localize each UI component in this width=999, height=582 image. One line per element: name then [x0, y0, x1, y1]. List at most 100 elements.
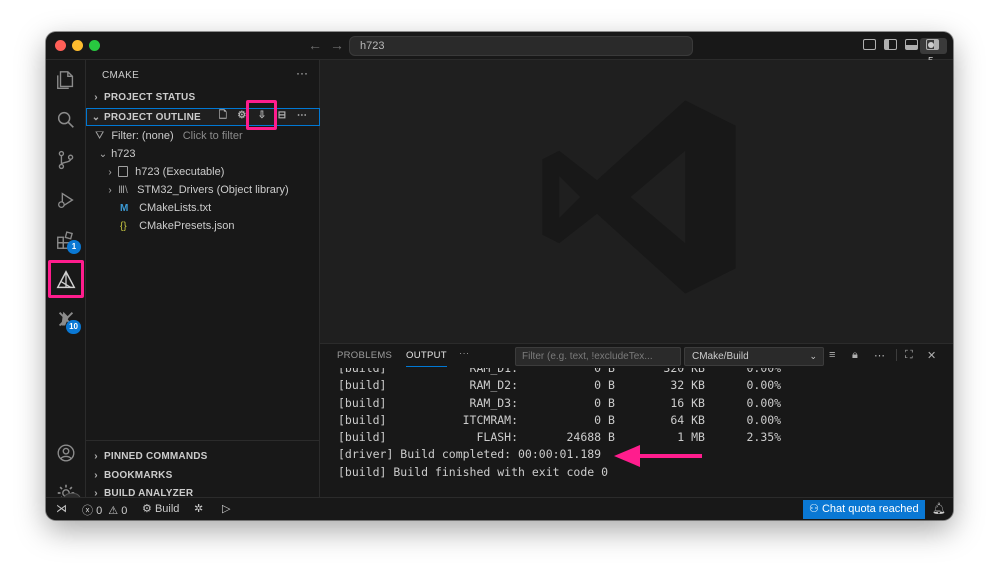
warning-icon: ⚠: [108, 505, 119, 517]
bookmarks-label: BOOKMARKS: [103, 470, 173, 481]
bottom-panel: PROBLEMS OUTPUT ··· Filter (e.g. text, !…: [320, 343, 953, 497]
output-line: [build] RAM_D1: 0 B 320 KB 0.00%: [338, 368, 782, 375]
chevron-right-icon: ›: [94, 92, 98, 103]
project-outline-label: PROJECT OUTLINE: [103, 112, 201, 123]
search-icon[interactable]: [46, 100, 86, 140]
minimize-window-button[interactable]: [72, 40, 83, 51]
command-center-search[interactable]: h723 5 ⌄: [349, 36, 947, 67]
back-arrow-icon[interactable]: ←: [308, 37, 322, 53]
chevron-down-icon: ⌄: [91, 112, 101, 123]
output-filter-input[interactable]: Filter (e.g. text, !excludeTex...: [515, 347, 681, 366]
project-status-label: PROJECT STATUS: [103, 92, 196, 103]
forward-arrow-icon[interactable]: →: [330, 37, 344, 53]
maximize-window-button[interactable]: [89, 40, 100, 51]
error-count: 0: [96, 505, 103, 517]
tab-problems[interactable]: PROBLEMS: [337, 350, 392, 361]
annotation-arrow-icon: [614, 445, 702, 467]
extensions-icon[interactable]: 1: [46, 220, 86, 260]
gear-icon: ⚙: [142, 503, 152, 515]
file-binary-icon: [118, 166, 129, 177]
extensions-badge: 1: [67, 240, 81, 254]
chevron-right-icon: ›: [108, 167, 112, 178]
filter-label: Filter: (none): [111, 130, 174, 142]
output-channel-value: CMake/Build: [692, 351, 749, 362]
build-label: Build: [154, 503, 180, 515]
sidebar-more-button[interactable]: ···: [296, 66, 308, 80]
pinned-commands-section[interactable]: › PINNED COMMANDS: [86, 448, 320, 466]
chevron-right-icon: ›: [108, 185, 112, 196]
copilot-icon: ⚇: [809, 503, 819, 515]
explorer-icon[interactable]: [46, 60, 86, 100]
project-status-section[interactable]: › PROJECT STATUS: [86, 89, 320, 107]
panel-tabs-more[interactable]: ···: [459, 348, 469, 359]
cmakelists-label: CMakeLists.txt: [139, 202, 212, 214]
customize-layout-icon[interactable]: [863, 39, 876, 50]
chat-quota-button[interactable]: ⚇ Chat quota reached: [803, 500, 925, 519]
output-line: [build] FLASH: 24688 B 1 MB 2.35%: [338, 430, 782, 445]
cmake-icon-highlight: [48, 260, 84, 298]
toggle-panel-icon[interactable]: [905, 39, 918, 50]
run-debug-icon[interactable]: [46, 180, 86, 220]
word-wrap-icon[interactable]: ≡: [829, 349, 835, 361]
section-divider: [86, 440, 320, 441]
lock-scroll-icon[interactable]: 🔒︎: [852, 349, 858, 362]
filter-row[interactable]: ⛛ Filter: (none) Click to filter: [86, 127, 320, 145]
pinned-commands-label: PINNED COMMANDS: [103, 451, 208, 462]
error-icon: ⓧ: [82, 505, 93, 517]
build-status-button[interactable]: ⚙ Build: [142, 502, 179, 515]
source-control-icon[interactable]: [46, 140, 86, 180]
tree-item-executable[interactable]: › h723 (Executable): [86, 163, 320, 181]
chevron-down-icon: ⌄: [809, 351, 817, 361]
testing-icon[interactable]: 10: [46, 300, 86, 340]
tree-item-cmakelists[interactable]: M CMakeLists.txt: [86, 199, 320, 217]
vscode-window: ← → h723 5 ⌄ 1: [46, 32, 953, 520]
outline-more-icon[interactable]: ⋯: [296, 110, 308, 122]
output-line: [build] RAM_D2: 0 B 32 KB 0.00%: [338, 378, 782, 393]
vscode-logo-watermark: [542, 100, 736, 294]
filter-icon: ⛛: [95, 130, 105, 142]
accounts-icon[interactable]: [46, 433, 86, 473]
chevron-right-icon: ›: [94, 470, 98, 481]
tree-item-library[interactable]: › Ⅲ\ STM32_Drivers (Object library): [86, 181, 320, 199]
editor-area: [320, 60, 953, 371]
sidebar-title: CMAKE: [102, 70, 140, 81]
build-all-highlight: [246, 100, 277, 130]
collapse-all-icon[interactable]: ⊟: [276, 110, 288, 122]
panel-more-icon[interactable]: ⋯: [874, 349, 885, 362]
library-label: STM32_Drivers (Object library): [137, 184, 289, 196]
output-console: [build] RAM_D1: 0 B 320 KB 0.00% [build]…: [338, 368, 938, 496]
toggle-sidebar-icon[interactable]: [884, 39, 897, 50]
filter-hint: Click to filter: [182, 130, 243, 142]
cmake-file-icon: M: [120, 203, 129, 214]
close-panel-icon[interactable]: ✕: [927, 349, 936, 362]
output-line: [build] ITCMRAM: 0 B 64 KB 0.00%: [338, 412, 782, 427]
notifications-bell-icon[interactable]: 🔔︎: [932, 502, 946, 515]
problems-status[interactable]: ⓧ 0 ⚠ 0: [82, 502, 127, 518]
command-center-label: h723: [360, 40, 385, 52]
output-channel-select[interactable]: CMake/Build ⌄: [684, 347, 824, 366]
close-window-button[interactable]: [55, 40, 66, 51]
maximize-panel-icon[interactable]: ⛶: [905, 349, 913, 362]
remote-icon[interactable]: ⋊: [56, 502, 67, 515]
status-bar: ⋊ ⓧ 0 ⚠ 0 ⚙ Build ✲ ▷ ⚇ Chat quota reach…: [46, 497, 953, 520]
tree-item-root[interactable]: ⌄ h723: [86, 145, 320, 163]
configure-all-icon[interactable]: 🗋: [217, 110, 229, 122]
cmake-sidebar: CMAKE ··· › PROJECT STATUS ⌄ PROJECT OUT…: [86, 60, 320, 499]
chevron-right-icon: ›: [94, 451, 98, 462]
executable-label: h723 (Executable): [135, 166, 225, 178]
project-outline-section[interactable]: ⌄ PROJECT OUTLINE 🗋 ⚙ ⇩ ⊟ ⋯: [86, 108, 320, 126]
json-file-icon: {}: [120, 221, 127, 232]
debug-bug-icon[interactable]: ✲: [194, 502, 203, 515]
panel-divider: [896, 349, 897, 361]
chevron-down-icon: ⌄: [98, 149, 108, 160]
presets-label: CMakePresets.json: [139, 220, 235, 232]
toggle-secondary-sidebar-icon[interactable]: [926, 39, 939, 50]
tree-root-label: h723: [111, 148, 136, 160]
run-play-icon[interactable]: ▷: [222, 502, 230, 515]
library-icon: Ⅲ\: [118, 185, 128, 196]
tree-item-presets[interactable]: {} CMakePresets.json: [86, 217, 320, 235]
warning-count: 0: [121, 505, 128, 517]
bookmarks-section[interactable]: › BOOKMARKS: [86, 467, 320, 485]
tab-output[interactable]: OUTPUT: [406, 350, 447, 367]
output-line: [build] RAM_D3: 0 B 16 KB 0.00%: [338, 395, 782, 410]
